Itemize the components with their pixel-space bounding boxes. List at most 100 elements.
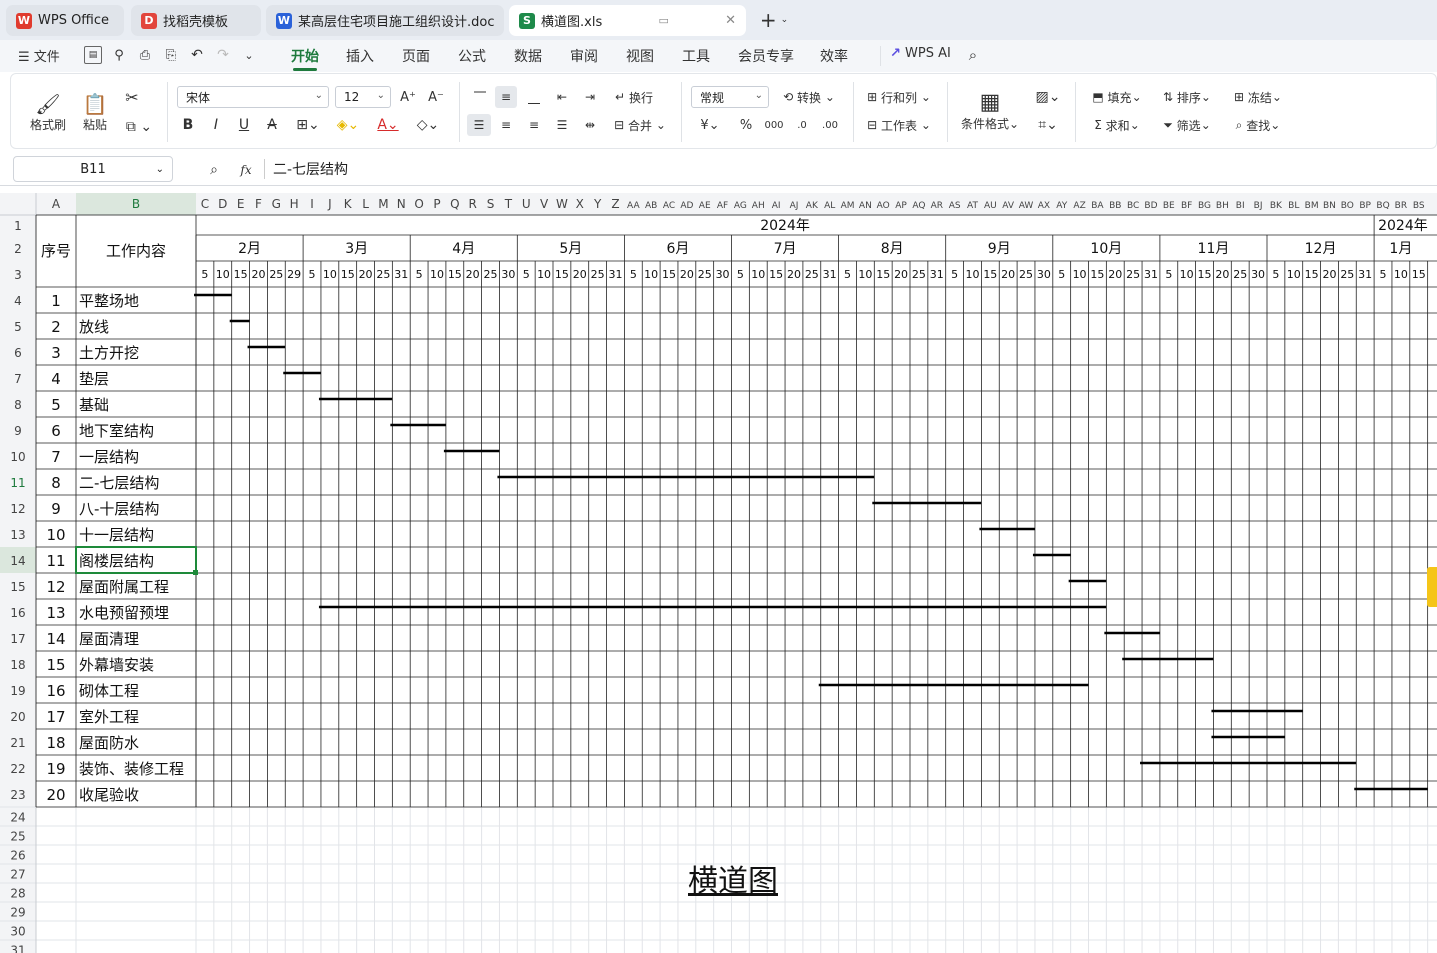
window-icon[interactable]: ▭: [650, 14, 668, 27]
cell-style-icon[interactable]: ▨⌄: [1031, 86, 1065, 108]
font-size-select[interactable]: 12 ⌄: [335, 86, 391, 108]
menu-file[interactable]: ☰ 文件: [18, 46, 60, 65]
align-right-icon[interactable]: ≡: [523, 114, 545, 136]
day-label: 15: [769, 268, 783, 281]
key-icon[interactable]: ⚲: [110, 46, 128, 64]
border-icon[interactable]: ⊞⌄: [291, 114, 325, 136]
increase-decimal-icon[interactable]: .0: [791, 114, 813, 136]
fill-color-icon[interactable]: ◈⌄: [331, 114, 365, 136]
fill-button[interactable]: ⬒ 填充 ⌄: [1087, 86, 1147, 108]
percent-icon[interactable]: %: [735, 114, 757, 136]
day-label: 25: [1126, 268, 1140, 281]
font-name-select[interactable]: 宋体 ⌄: [177, 86, 329, 108]
menu-insert[interactable]: 插入: [346, 46, 374, 66]
eraser-icon[interactable]: ◇⌄: [411, 114, 445, 136]
find-button[interactable]: ⌕ 查找 ⌄: [1227, 114, 1289, 136]
col-letter: AK: [806, 201, 819, 211]
day-label: 10: [537, 268, 551, 281]
day-label: 20: [894, 268, 908, 281]
day-label: 10: [644, 268, 658, 281]
formula-input[interactable]: 二-七层结构: [273, 159, 348, 179]
wrap-text-button[interactable]: ↵ 换行: [609, 86, 659, 108]
merge-button[interactable]: ⊟ 合并 ⌄: [609, 114, 671, 136]
chevron-down-icon[interactable]: ⌄: [240, 46, 258, 64]
worksheet-button[interactable]: ⊟ 工作表 ⌄: [863, 114, 935, 136]
font-color-icon[interactable]: A⌄: [371, 114, 405, 136]
indent-icon[interactable]: ⇥: [579, 86, 601, 108]
thousands-icon[interactable]: 000: [763, 114, 785, 136]
tab-sheet-file[interactable]: S 横道图.xls ▭ ✕: [509, 5, 746, 36]
undo-icon[interactable]: ↶: [188, 46, 206, 64]
menu-efficiency[interactable]: 效率: [820, 46, 848, 66]
row-col-button[interactable]: ⊞ 行和列 ⌄: [863, 86, 935, 108]
print-preview-icon[interactable]: ⎘: [162, 46, 180, 64]
cell-ref: B11: [80, 161, 106, 177]
print-icon[interactable]: ⎙: [136, 46, 154, 64]
tab-doc-file[interactable]: W 某高层住宅项目施工组织设计.doc •: [266, 5, 504, 36]
day-label: 25: [484, 268, 498, 281]
zoom-icon[interactable]: ⌕: [204, 160, 224, 180]
menu-page[interactable]: 页面: [402, 46, 430, 66]
align-left-icon[interactable]: ☰: [467, 114, 491, 136]
row-number: 18: [10, 658, 25, 672]
redo-icon[interactable]: ↷: [214, 46, 232, 64]
col-letter: V: [540, 197, 549, 211]
menu-member[interactable]: 会员专享: [738, 46, 794, 66]
save-icon[interactable]: ▤: [84, 46, 102, 64]
conditional-format-button[interactable]: ▦ 条件格式⌄: [957, 82, 1023, 140]
table-style-icon[interactable]: ⌗⌄: [1031, 114, 1065, 136]
number-format-select[interactable]: 常规 ⌄: [691, 86, 769, 108]
col-letter: AN: [859, 201, 872, 211]
spreadsheet-grid[interactable]: A B C D E F G H I J K L M N O P Q R S T U V W X Y Z AA AB AC AD AE AF AG…: [0, 193, 1437, 953]
align-top-icon[interactable]: ⎺: [469, 86, 491, 108]
name-box[interactable]: B11 ⌄: [13, 156, 173, 182]
fx-icon[interactable]: fx: [234, 160, 258, 180]
search-icon[interactable]: ⌕: [964, 46, 982, 64]
tab-docer[interactable]: D 找稻壳模板: [131, 5, 261, 36]
align-center-icon[interactable]: ≡: [495, 114, 517, 136]
docer-icon: D: [141, 12, 157, 29]
decrease-font-icon[interactable]: A⁻: [425, 86, 447, 108]
day-label: 5: [309, 268, 316, 281]
convert-button[interactable]: ⟲ 转换 ⌄: [777, 86, 841, 108]
convert-label: 转换: [797, 90, 822, 105]
format-painter-button[interactable]: 🖌 格式刷: [25, 84, 71, 140]
col-letter: H: [290, 197, 299, 211]
tab-wps-office[interactable]: W WPS Office: [6, 5, 124, 36]
new-tab-icon[interactable]: + ⌄: [756, 8, 792, 32]
bold-icon[interactable]: B: [177, 114, 199, 136]
justify-icon[interactable]: ☰: [551, 114, 573, 136]
italic-icon[interactable]: I: [205, 114, 227, 136]
cut-icon[interactable]: ✂: [121, 86, 143, 108]
day-label: 25: [1019, 268, 1033, 281]
menu-data[interactable]: 数据: [514, 46, 542, 66]
align-bottom-icon[interactable]: ⎽: [523, 86, 545, 108]
task-no: 12: [46, 578, 65, 596]
sort-button[interactable]: ⇅ 排序 ⌄: [1157, 86, 1217, 108]
paste-button[interactable]: 📋 粘贴: [75, 84, 115, 140]
underline-icon[interactable]: U: [233, 114, 255, 136]
filter-button[interactable]: ⏷ 筛选 ⌄: [1157, 114, 1217, 136]
freeze-button[interactable]: ⊞ 冻结 ⌄: [1227, 86, 1289, 108]
decrease-decimal-icon[interactable]: .00: [819, 114, 841, 136]
strikethrough-icon[interactable]: A: [261, 114, 283, 136]
menu-wps-ai[interactable]: ↗ WPS AI: [890, 46, 951, 61]
menu-tools[interactable]: 工具: [682, 46, 710, 66]
col-letter: C: [201, 197, 209, 211]
month-label: 8月: [881, 241, 904, 257]
menu-home[interactable]: 开始: [291, 46, 319, 71]
sum-button[interactable]: Σ 求和 ⌄: [1087, 114, 1147, 136]
distributed-icon[interactable]: ⇹: [579, 114, 601, 136]
menu-formula[interactable]: 公式: [458, 46, 486, 66]
menu-review[interactable]: 审阅: [570, 46, 598, 66]
menu-view[interactable]: 视图: [626, 46, 654, 66]
align-middle-icon[interactable]: ≡: [495, 86, 517, 108]
copy-icon[interactable]: ⧉ ⌄: [121, 116, 157, 138]
currency-icon[interactable]: ¥⌄: [693, 114, 727, 136]
scroll-marker[interactable]: [1427, 567, 1437, 607]
outdent-icon[interactable]: ⇤: [551, 86, 573, 108]
task-no: 1: [51, 292, 61, 310]
menu-file-label: 文件: [33, 50, 60, 65]
increase-font-icon[interactable]: A⁺: [397, 86, 419, 108]
close-icon[interactable]: ✕: [717, 13, 736, 28]
